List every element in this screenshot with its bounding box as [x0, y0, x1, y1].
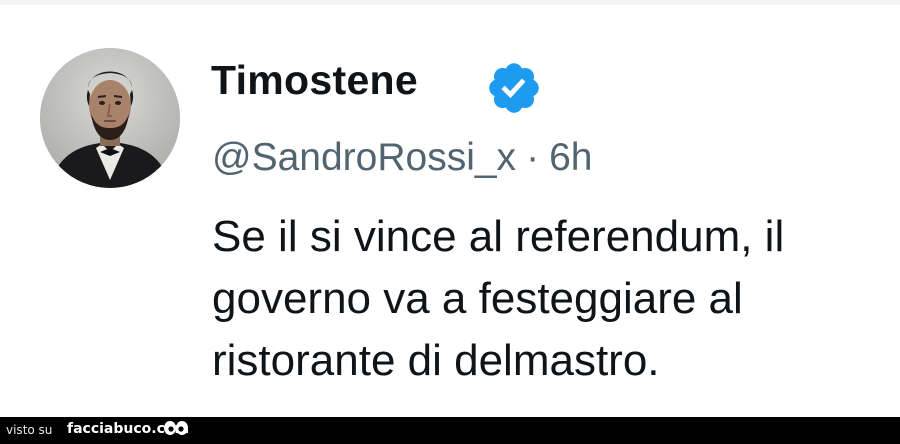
watermark-bar: visto su facciabuco.com	[0, 417, 900, 444]
watermark-prefix: visto su	[6, 423, 53, 437]
tweet-card[interactable]: Timostene @SandroRossi_x · 6h Se il si vin…	[0, 5, 900, 417]
tweet-text-line: Se il si vince al referendum, il	[212, 212, 785, 261]
eyes-icon	[163, 420, 189, 438]
tweet-text-line: ristorante di delmastro.	[212, 336, 660, 385]
author-handle[interactable]: @SandroRossi_x	[212, 136, 516, 179]
avatar[interactable]	[40, 48, 180, 188]
tweet-text: Se il si vince al referendum, il governo…	[212, 206, 892, 392]
tweet-timestamp[interactable]: 6h	[549, 136, 592, 179]
meta-separator: ·	[526, 136, 540, 179]
tweet-text-line: governo va a festeggiare al	[212, 274, 743, 323]
verified-badge-icon	[485, 59, 543, 117]
avatar-portrait-icon	[40, 48, 180, 188]
tweet-meta: @SandroRossi_x · 6h	[212, 136, 592, 180]
author-display-name[interactable]: Timostene	[211, 57, 418, 104]
